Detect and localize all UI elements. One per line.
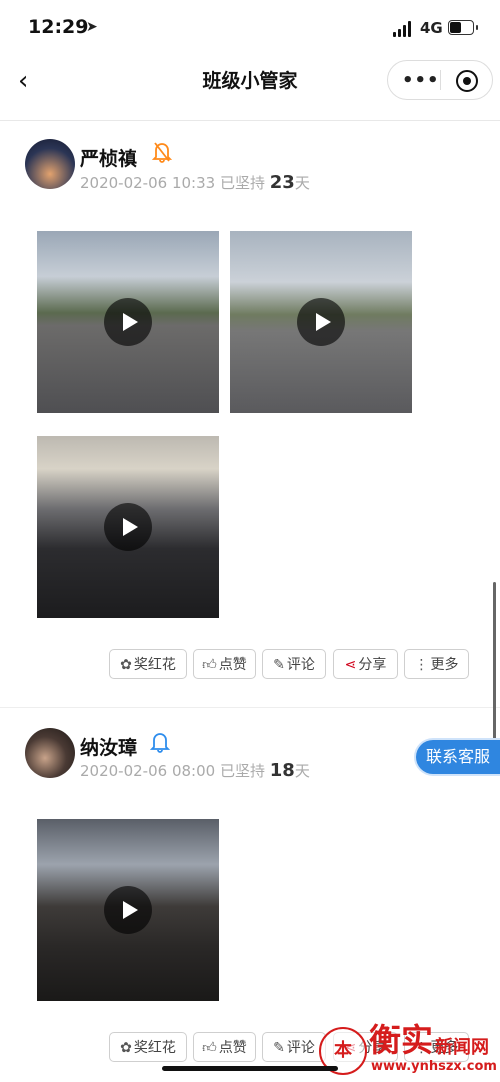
status-time: 12:29 — [28, 16, 89, 38]
home-indicator[interactable] — [162, 1066, 338, 1071]
flower-icon: ✿ — [120, 657, 132, 673]
award-label: 奖红花 — [133, 1040, 176, 1056]
comment-button[interactable]: ✎ 评论 — [262, 649, 326, 679]
close-miniprogram-icon[interactable] — [456, 70, 478, 92]
play-icon[interactable] — [104, 886, 152, 934]
thumbs-up-icon: 👍︎ — [202, 657, 217, 673]
like-button[interactable]: 👍︎ 点赞 — [193, 649, 256, 679]
play-icon[interactable] — [297, 298, 345, 346]
post-date: 2020-02-06 08:00 — [80, 762, 216, 780]
signal-icon — [393, 21, 413, 37]
video-thumbnail[interactable] — [37, 436, 219, 618]
streak-prefix: 已坚持 — [219, 174, 265, 192]
vertical-dots-icon: ⋮ — [414, 657, 429, 673]
nav-bar: ‹ 班级小管家 ••• — [0, 56, 500, 121]
post-divider — [0, 707, 500, 708]
streak-unit: 天 — [294, 762, 310, 780]
bell-off-icon[interactable] — [151, 141, 173, 167]
miniprogram-capsule: ••• — [387, 60, 493, 100]
network-type: 4G — [420, 19, 443, 37]
battery-icon — [448, 20, 478, 35]
status-bar: 12:29 ➤ 4G — [0, 0, 500, 56]
watermark-logo: 本 衡实 新闻网 www.ynhszx.com — [315, 1015, 500, 1082]
more-menu-icon[interactable]: ••• — [402, 70, 440, 91]
post-author-name: 纳汝璋 — [80, 737, 138, 759]
post-author-name: 严桢禛 — [80, 148, 138, 170]
like-label: 点赞 — [218, 657, 247, 673]
share-label: 分享 — [358, 657, 387, 673]
play-icon[interactable] — [104, 503, 152, 551]
avatar[interactable] — [25, 139, 75, 189]
video-thumbnail[interactable] — [37, 819, 219, 1001]
streak-prefix: 已坚持 — [219, 762, 265, 780]
post-meta: 2020-02-06 08:00 已坚持 18天 — [80, 760, 310, 781]
award-flower-button[interactable]: ✿ 奖红花 — [109, 1032, 187, 1062]
more-button[interactable]: ⋮ 更多 — [404, 649, 469, 679]
watermark-site: 新闻网 — [435, 1037, 489, 1058]
like-label: 点赞 — [218, 1040, 247, 1056]
comment-label: 评论 — [286, 657, 315, 673]
avatar[interactable] — [25, 728, 75, 778]
capsule-divider — [440, 70, 441, 90]
thumbs-up-icon: 👍︎ — [202, 1040, 217, 1056]
streak-unit: 天 — [294, 174, 310, 192]
award-label: 奖红花 — [133, 657, 176, 673]
location-arrow-icon: ➤ — [86, 19, 98, 35]
post-meta: 2020-02-06 10:33 已坚持 23天 — [80, 172, 310, 193]
comment-label: 评论 — [286, 1040, 315, 1056]
contact-service-button[interactable]: 联系客服 — [416, 740, 500, 774]
like-button[interactable]: 👍︎ 点赞 — [193, 1032, 256, 1062]
flower-icon: ✿ — [120, 1040, 132, 1056]
award-flower-button[interactable]: ✿ 奖红花 — [109, 649, 187, 679]
streak-days: 23 — [269, 172, 295, 193]
scrollbar[interactable] — [493, 582, 496, 742]
video-thumbnail[interactable] — [230, 231, 412, 413]
edit-icon: ✎ — [273, 657, 285, 673]
more-label: 更多 — [430, 657, 459, 673]
video-thumbnail[interactable] — [37, 231, 219, 413]
bell-icon[interactable] — [149, 731, 171, 757]
post-date: 2020-02-06 10:33 — [80, 174, 216, 192]
watermark-brand: 衡实 — [369, 1021, 434, 1059]
share-button[interactable]: ⋖分享 — [333, 649, 398, 679]
watermark-url: www.ynhszx.com — [371, 1059, 497, 1074]
play-icon[interactable] — [104, 298, 152, 346]
streak-days: 18 — [269, 760, 295, 781]
share-icon: ⋖ — [344, 657, 357, 673]
edit-icon: ✎ — [273, 1040, 285, 1056]
